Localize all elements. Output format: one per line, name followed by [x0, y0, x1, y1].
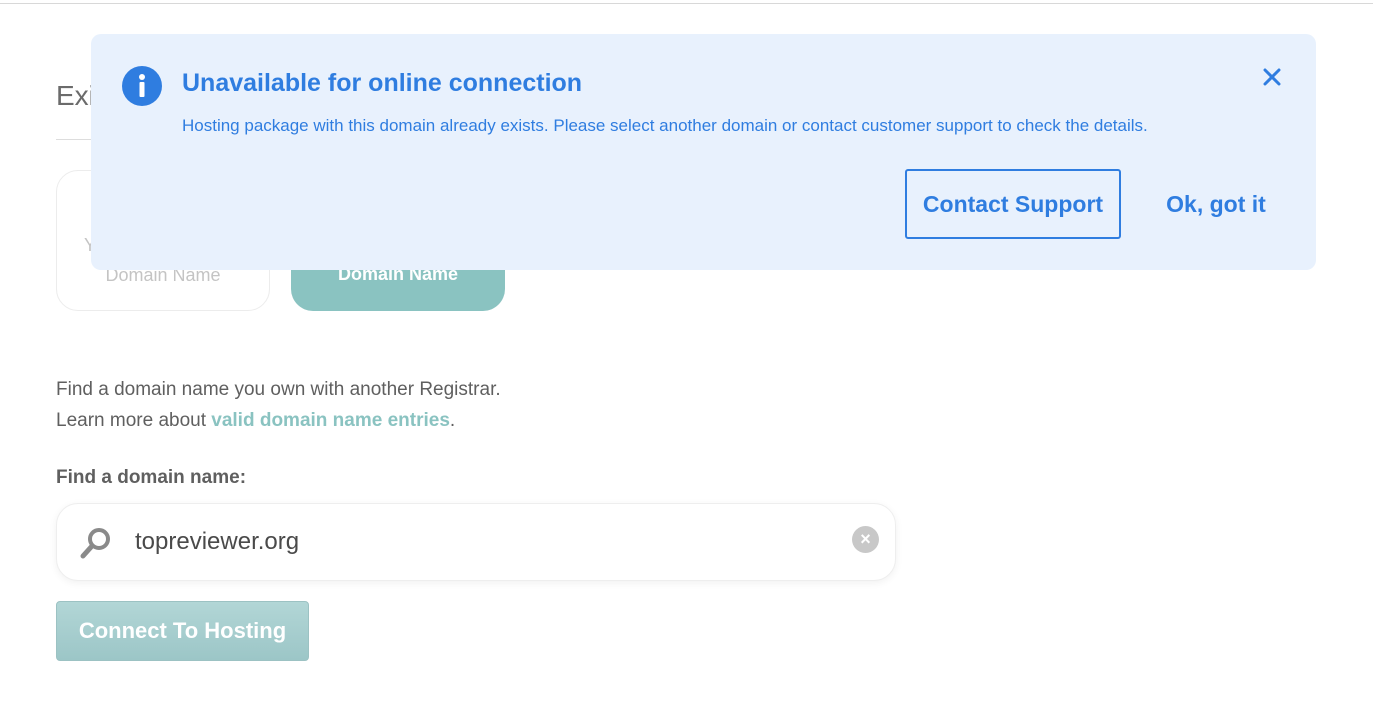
close-icon[interactable]: [1259, 64, 1285, 90]
domain-search-box: ×: [56, 503, 896, 581]
intro-line-2: Learn more about valid domain name entri…: [56, 405, 501, 436]
intro-line-1: Find a domain name you own with another …: [56, 379, 501, 400]
notice-title: Unavailable for online connection: [182, 69, 583, 97]
intro-text: Find a domain name you own with another …: [56, 374, 501, 436]
ok-got-it-button[interactable]: Ok, got it: [1151, 169, 1281, 239]
connect-to-hosting-button[interactable]: Connect To Hosting: [56, 601, 309, 661]
page: Exi Y Domain Name Domain Name Find a dom…: [0, 0, 1373, 702]
clear-icon[interactable]: ×: [852, 526, 879, 553]
section-title: Exi: [56, 80, 95, 111]
unavailable-notice: Unavailable for online connection Hostin…: [91, 34, 1316, 270]
search-icon: [80, 528, 110, 559]
domain-search-input[interactable]: [135, 524, 835, 560]
intro-prefix: Learn more about: [56, 410, 212, 431]
intro-suffix: .: [449, 410, 456, 431]
notice-message: Hosting package with this domain already…: [182, 116, 1148, 135]
info-icon: [122, 66, 162, 106]
top-divider: [0, 3, 1373, 4]
contact-support-button[interactable]: Contact Support: [905, 169, 1121, 239]
find-domain-label: Find a domain name:: [56, 467, 247, 488]
valid-entries-link[interactable]: valid domain name entries: [211, 410, 450, 431]
